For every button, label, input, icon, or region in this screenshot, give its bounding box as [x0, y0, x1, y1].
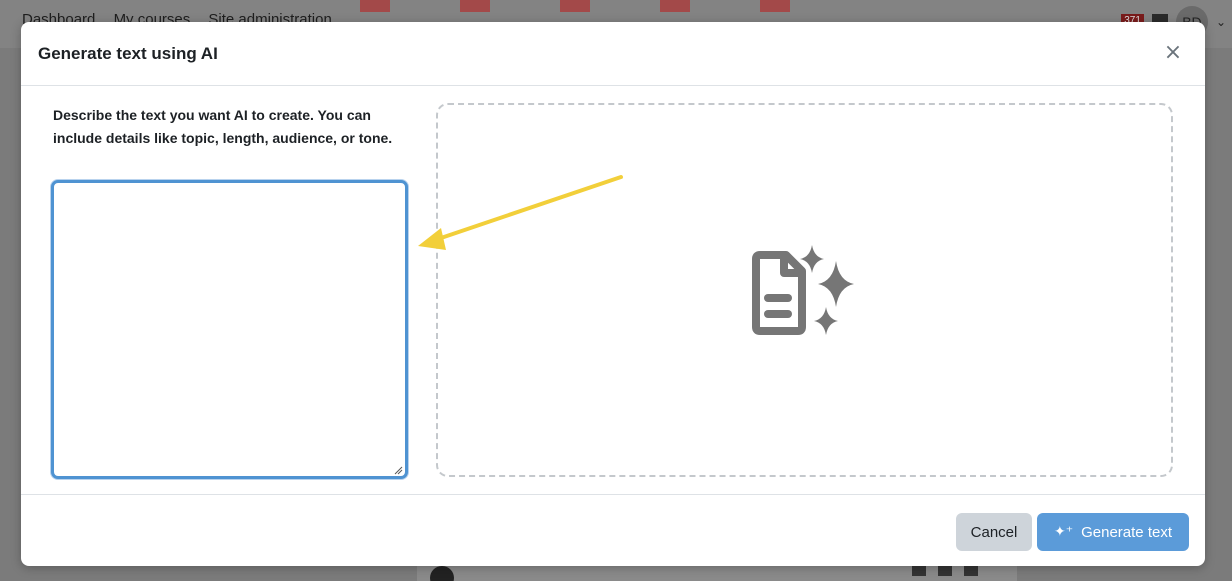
list-view-icon	[938, 566, 952, 576]
background-view-icons	[912, 566, 978, 576]
generate-text-label: Generate text	[1081, 523, 1172, 541]
cancel-button[interactable]: Cancel	[956, 513, 1032, 551]
resize-handle-icon[interactable]	[393, 465, 403, 475]
chevron-down-icon[interactable]: ⌄	[1216, 15, 1226, 29]
preview-area	[436, 103, 1173, 477]
modal-title: Generate text using AI	[38, 44, 218, 63]
document-sparkle-icon	[752, 245, 854, 335]
tree-view-icon	[964, 566, 978, 576]
modal-footer: Cancel ✦⁺ Generate text	[21, 494, 1205, 566]
prompt-label: Describe the text you want AI to create.…	[53, 107, 393, 146]
prompt-textarea[interactable]	[51, 180, 408, 479]
grid-view-icon	[912, 566, 926, 576]
sparkle-icon: ✦⁺	[1053, 524, 1074, 540]
watermark	[360, 0, 860, 14]
close-button[interactable]: ×	[1161, 42, 1185, 66]
modal-header: Generate text using AI ×	[21, 22, 1205, 86]
generate-text-button[interactable]: ✦⁺ Generate text	[1037, 513, 1189, 551]
ai-text-modal: Generate text using AI × Describe the te…	[21, 22, 1205, 566]
